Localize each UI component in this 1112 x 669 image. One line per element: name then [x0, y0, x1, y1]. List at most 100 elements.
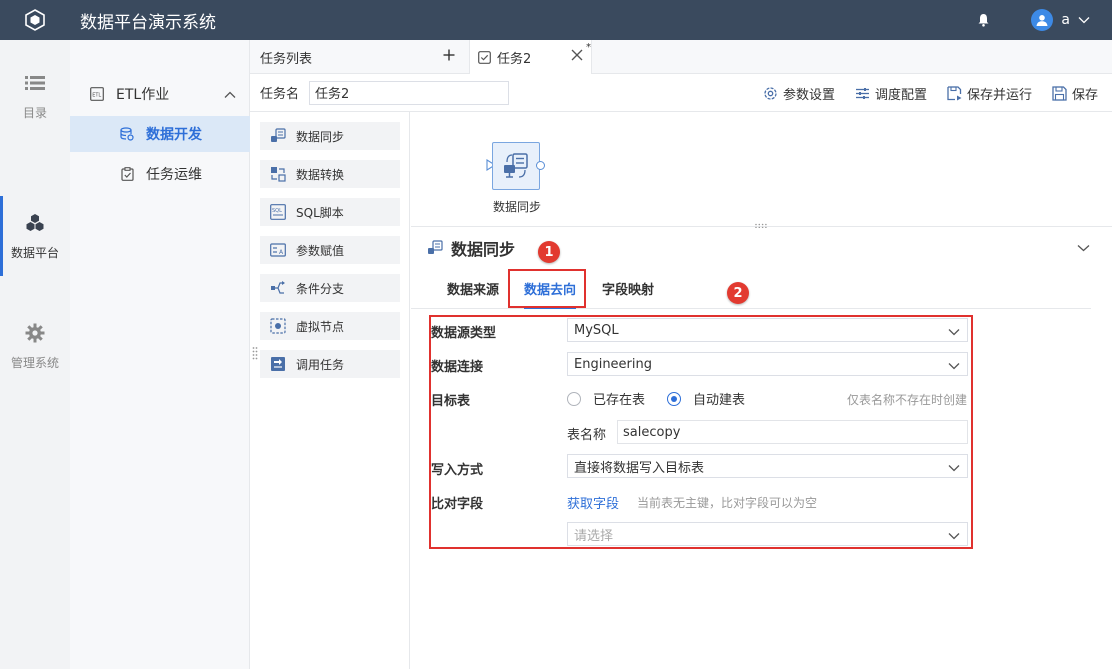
chevron-down-icon[interactable] [1078, 13, 1090, 28]
table-name-input[interactable]: salecopy [617, 420, 968, 444]
compare-field-select[interactable]: 请选择 [567, 522, 968, 546]
chevron-down-icon[interactable] [1077, 241, 1090, 256]
radio-auto-create[interactable]: 自动建表 [667, 389, 745, 408]
app-logo-icon[interactable] [0, 0, 70, 40]
palette-item-label: 虚拟节点 [296, 319, 345, 334]
tab-label: 任务2 [497, 51, 532, 67]
user-name[interactable]: a [1061, 12, 1070, 28]
schedule-config-button[interactable]: 调度配置 [855, 84, 927, 103]
palette-item-label: 调用任务 [296, 357, 345, 372]
tab-field-mapping[interactable]: 字段映射 [602, 268, 654, 308]
table-name-label: 表名称 [567, 428, 607, 443]
close-icon[interactable] [571, 49, 585, 63]
user-avatar[interactable] [1031, 9, 1054, 31]
palette-item-label: 数据同步 [296, 129, 345, 144]
flow-canvas[interactable]: 数据同步 [411, 112, 1112, 229]
etl-sidebar: ETL ETL作业 数据开发 任务运维 [70, 40, 250, 669]
properties-panel: 数据同步 数据来源 数据去向 字段映射 1 2 数据源类型 MySQL 数据连接… [411, 228, 1112, 669]
tab-data-source[interactable]: 数据来源 [447, 268, 499, 308]
rail-item-label: 目录 [22, 105, 47, 120]
task-icon [478, 50, 491, 64]
settings-icon [763, 86, 778, 101]
app-title: 数据平台演示系统 [80, 12, 216, 33]
tab-label: 任务列表 [260, 51, 313, 67]
palette-item-param-assign[interactable]: A 参数赋值 [260, 236, 400, 264]
data-sync-icon [270, 128, 286, 144]
sidebar-item-label: 数据开发 [146, 127, 202, 143]
radio-dot[interactable] [567, 391, 581, 406]
palette-item-virtual-node[interactable]: 虚拟节点 [260, 312, 400, 340]
rail-item-data-platform[interactable]: 数据平台 [0, 196, 70, 276]
chevron-down-icon [948, 461, 960, 476]
palette-item-call-task[interactable]: 调用任务 [260, 350, 400, 378]
annotation-badge-2: 2 [727, 282, 749, 304]
button-label: 保存并运行 [966, 87, 1032, 103]
sidebar-item-label: 任务运维 [146, 167, 202, 183]
sidebar-group-label: ETL作业 [116, 87, 170, 103]
tab-task-2[interactable]: 任务2 * [470, 40, 592, 74]
radio-label: 已存在表 [593, 393, 646, 408]
panel-title: 数据同步 [451, 240, 516, 259]
palette-item-data-sync[interactable]: 数据同步 [260, 122, 400, 150]
save-run-icon [947, 85, 962, 101]
source-type-select[interactable]: MySQL [567, 318, 968, 342]
compare-hint: 当前表无主键，比对字段可以为空 [637, 496, 818, 510]
node-output-port[interactable] [536, 161, 545, 170]
sidebar-item-task-ops[interactable]: 任务运维 [70, 156, 250, 192]
sidebar-group-etl[interactable]: ETL ETL作业 [70, 76, 250, 112]
compare-field-label: 比对字段 [431, 497, 484, 512]
palette-item-label: 参数赋值 [296, 243, 345, 258]
radio-existing-table[interactable]: 已存在表 [567, 389, 645, 408]
button-label: 调度配置 [874, 87, 927, 103]
virtual-node-icon [270, 318, 286, 334]
param-assign-icon: A [270, 242, 286, 258]
top-bar: 数据平台演示系统 a [0, 0, 1112, 40]
radio-dot-selected[interactable] [667, 391, 681, 406]
save-and-run-button[interactable]: 保存并运行 [947, 84, 1032, 103]
svg-text:A: A [279, 249, 284, 256]
rail-item-catalog[interactable]: 目录 [0, 56, 70, 136]
data-sync-node[interactable] [492, 142, 540, 190]
tab-task-list[interactable]: 任务列表 [250, 40, 470, 74]
select-value: Engineering [574, 356, 652, 372]
write-mode-select[interactable]: 直接将数据写入目标表 [567, 454, 968, 478]
rail-item-admin[interactable]: 管理系统 [0, 306, 70, 386]
svg-text:ETL: ETL [92, 93, 101, 99]
add-tab-icon[interactable] [443, 47, 455, 65]
target-hint: 仅表名称不存在时创建 [847, 393, 968, 407]
unsaved-mark: * [586, 42, 591, 53]
sliders-icon [855, 86, 870, 101]
fetch-fields-link[interactable]: 获取字段 [567, 493, 619, 512]
rail-item-label: 数据平台 [10, 245, 59, 260]
palette-item-condition-branch[interactable]: 条件分支 [260, 274, 400, 302]
annotation-box-tab [508, 269, 586, 308]
cubes-icon [24, 212, 46, 234]
palette-item-sql-script[interactable]: SQL SQL脚本 [260, 198, 400, 226]
palette-item-data-transform[interactable]: 数据转换 [260, 160, 400, 188]
gear-icon [24, 322, 46, 344]
component-palette: 数据同步 数据转换 SQL SQL脚本 A 参数赋值 条件分支 虚拟节点 调用任 [250, 112, 410, 669]
chevron-down-icon [948, 359, 960, 374]
connection-label: 数据连接 [431, 360, 484, 375]
chevron-down-icon [948, 529, 960, 544]
save-button[interactable]: 保存 [1052, 84, 1098, 103]
task-name-input[interactable]: 任务2 [309, 80, 510, 105]
chevron-up-icon[interactable] [224, 87, 236, 103]
source-type-label: 数据源类型 [431, 326, 497, 341]
sidebar-item-data-dev[interactable]: 数据开发 [70, 116, 250, 152]
bell-icon[interactable] [975, 12, 991, 28]
branch-icon [270, 280, 286, 296]
button-label: 保存 [1071, 87, 1098, 103]
sql-icon: SQL [270, 204, 286, 220]
call-task-icon [270, 356, 286, 372]
annotation-badge-1: 1 [538, 241, 560, 263]
data-sync-icon [428, 240, 443, 254]
data-transform-icon [270, 166, 286, 182]
target-table-label: 目标表 [431, 394, 471, 409]
param-settings-button[interactable]: 参数设置 [763, 84, 835, 103]
palette-resize-handle[interactable] [252, 346, 258, 360]
canvas-resize-handle[interactable] [754, 218, 768, 229]
connection-select[interactable]: Engineering [567, 352, 968, 376]
database-icon [120, 127, 134, 141]
etl-icon: ETL [90, 87, 104, 101]
